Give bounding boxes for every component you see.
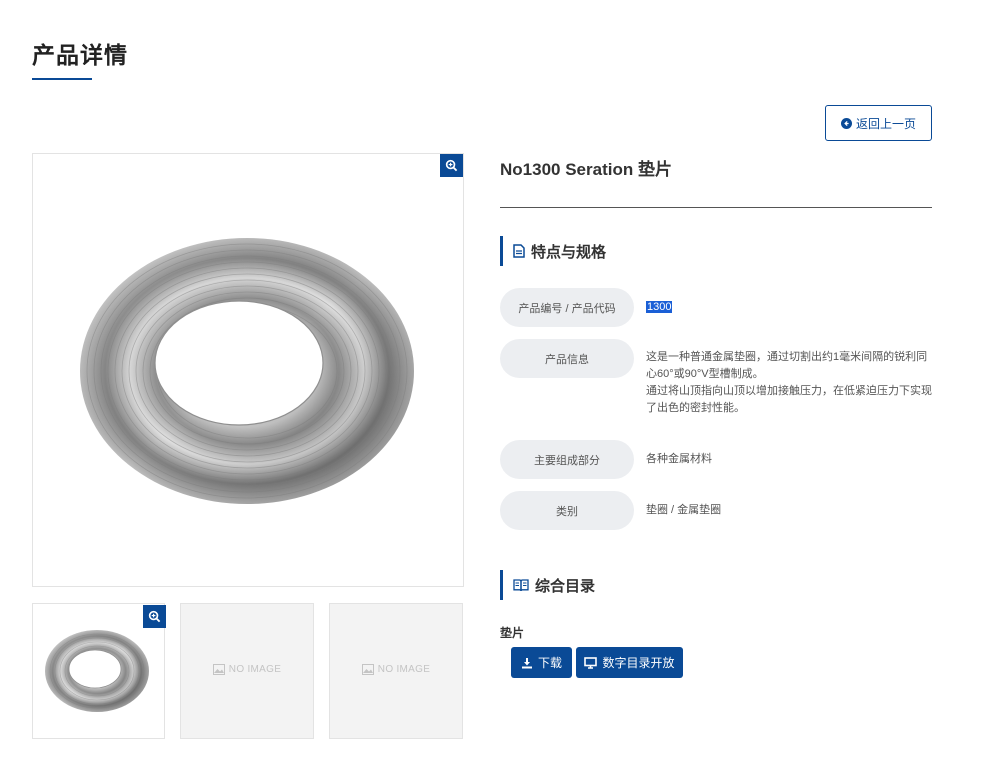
download-icon [521, 657, 532, 668]
spec-label-code: 产品编号 / 产品代码 [500, 288, 634, 327]
monitor-icon [584, 656, 598, 669]
spec-value-category: 垫圈 / 金属垫圈 [646, 504, 722, 516]
spec-section-title: 特点与规格 [531, 243, 607, 261]
no-image-label: NO IMAGE [377, 664, 431, 675]
thumbnail-1[interactable] [32, 603, 166, 739]
zoom-in-icon[interactable] [143, 605, 166, 628]
spec-label-category: 类别 [500, 491, 634, 530]
thumbnail-3[interactable]: NO IMAGE [329, 603, 463, 739]
digital-catalog-button-label: 数字目录开放 [602, 656, 675, 670]
no-image-placeholder: NO IMAGE [181, 664, 313, 675]
download-button-label: 下载 [537, 656, 562, 670]
main-product-image[interactable] [32, 153, 464, 587]
zoom-in-icon[interactable] [440, 154, 463, 177]
spec-section-heading: 特点与规格 [500, 236, 606, 266]
catalog-subtitle: 垫片 [500, 626, 525, 640]
spec-label-info: 产品信息 [500, 339, 634, 378]
document-icon [513, 244, 525, 258]
image-icon [361, 664, 374, 675]
no-image-placeholder: NO IMAGE [330, 664, 462, 675]
book-icon [513, 579, 529, 592]
back-button-label: 返回上一页 [855, 116, 916, 131]
divider [500, 207, 932, 208]
spec-value-info: 这是一种普通金属垫圈，通过切割出约1毫米间隔的锐利同心60°或90°V型槽制成。… [646, 349, 936, 417]
spec-value-code: 1300 [646, 299, 936, 316]
no-image-label: NO IMAGE [228, 664, 282, 675]
arrow-left-circle-icon [840, 117, 852, 129]
product-code-value: 1300 [646, 301, 673, 313]
product-info-line-2: 通过将山顶指向山顶以增加接触压力，在低紧迫压力下实现了出色的密封性能。 [646, 385, 932, 414]
download-button[interactable]: 下载 [511, 647, 572, 678]
spec-label-material: 主要组成部分 [500, 440, 634, 479]
back-button[interactable]: 返回上一页 [825, 105, 932, 141]
thumbnail-2[interactable]: NO IMAGE [180, 603, 314, 739]
spec-value-material: 各种金属材料 [646, 453, 712, 465]
image-icon [212, 664, 225, 675]
product-name: No1300 Seration 垫片 [500, 160, 672, 179]
title-underline [32, 78, 92, 80]
catalog-section-heading: 综合目录 [500, 570, 595, 600]
catalog-section-title: 综合目录 [535, 577, 596, 595]
page-title: 产品详情 [32, 42, 128, 68]
product-info-line-1: 这是一种普通金属垫圈，通过切割出约1毫米间隔的锐利同心60°或90°V型槽制成。 [646, 351, 928, 380]
digital-catalog-button[interactable]: 数字目录开放 [576, 647, 683, 678]
gasket-image [80, 238, 414, 504]
